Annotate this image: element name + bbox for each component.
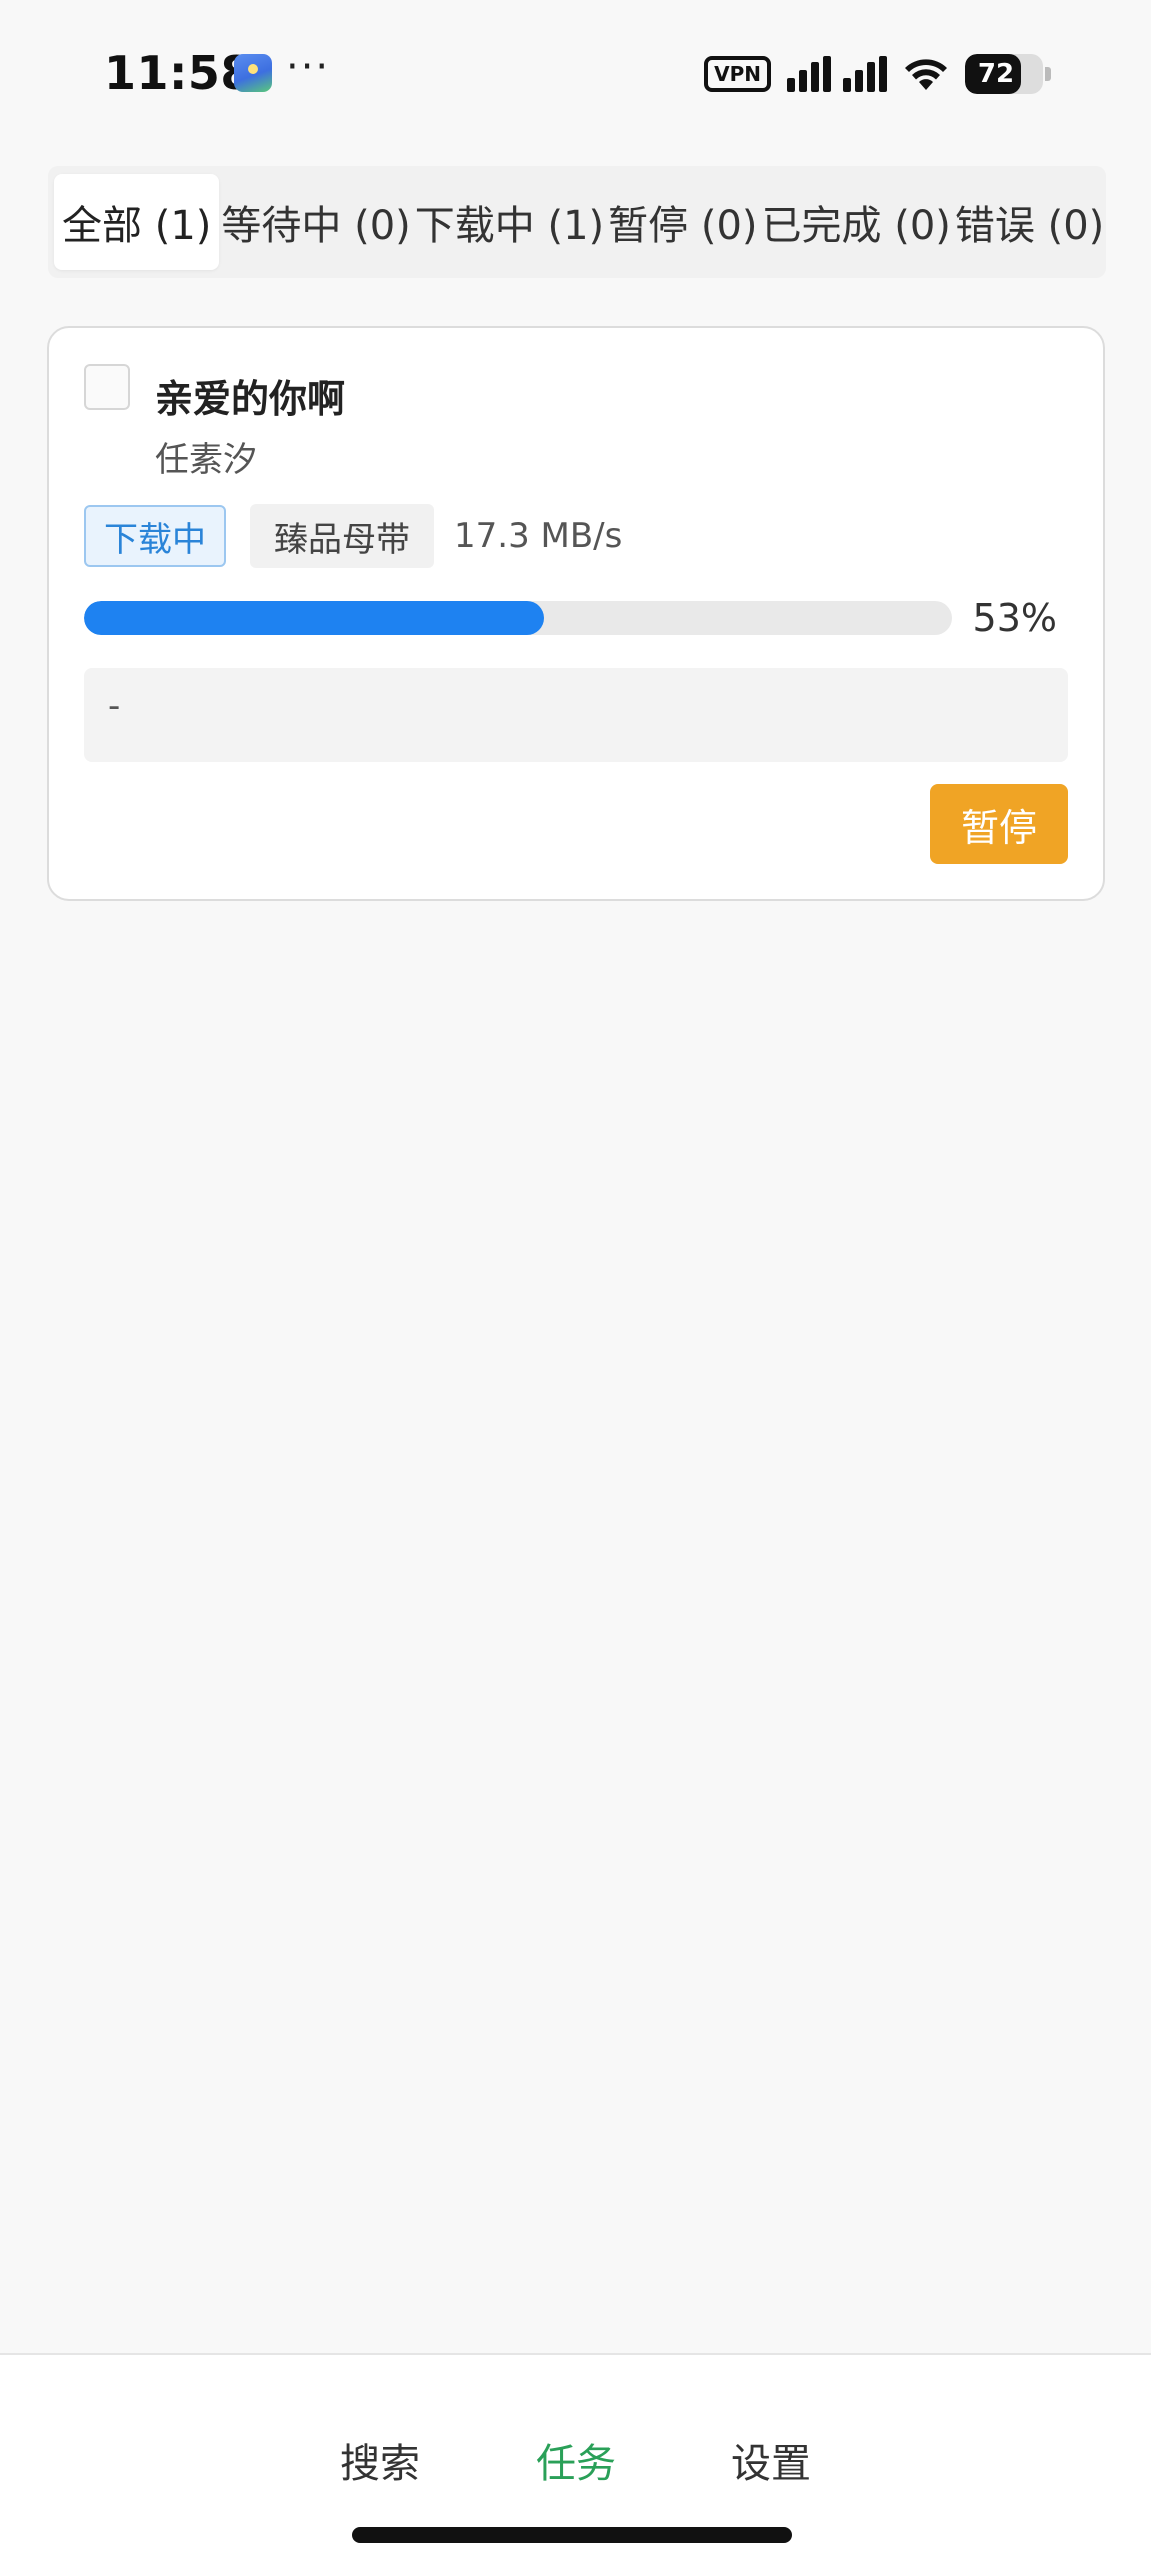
task-message: - [84, 668, 1068, 762]
tab-downloading[interactable]: 下载中 (1) [413, 174, 606, 270]
gallery-app-icon [234, 54, 272, 92]
status-indicators: VPN 72 [704, 52, 1051, 96]
tab-all[interactable]: 全部 (1) [54, 174, 220, 270]
tab-waiting[interactable]: 等待中 (0) [219, 174, 412, 270]
nav-item-tasks[interactable]: 任务 [536, 2431, 616, 2489]
download-speed: 17.3 MB/s [454, 516, 623, 556]
task-filter-tabs: 全部 (1) 等待中 (0) 下载中 (1) 暂停 (0) 已完成 (0) 错误… [48, 166, 1106, 278]
home-indicator [352, 2527, 792, 2543]
progress-bar [84, 601, 952, 635]
quality-badge: 臻品母带 [250, 504, 434, 568]
task-select-checkbox[interactable] [84, 364, 130, 410]
nav-item-settings[interactable]: 设置 [731, 2431, 811, 2489]
tab-paused[interactable]: 暂停 (0) [606, 174, 759, 270]
wifi-icon [903, 56, 949, 92]
battery-tip [1045, 67, 1051, 81]
cellular-signal-icon [787, 56, 887, 92]
download-task-card: 亲爱的你啊 任素汐 下载中 臻品母带 17.3 MB/s 53% - 暂停 [47, 326, 1105, 901]
status-time: 11:58 [104, 46, 253, 100]
status-bar: 11:58 ··· VPN 72 [0, 0, 1151, 150]
tab-error[interactable]: 错误 (0) [953, 174, 1106, 270]
app-root: 11:58 ··· VPN 72 全部 (1) 等待中 (0) 下载中 (1) … [0, 0, 1151, 2560]
task-artist: 任素汐 [155, 440, 257, 480]
status-badge: 下载中 [84, 505, 226, 567]
bottom-navigation: 搜索 任务 设置 [0, 2353, 1151, 2560]
battery-level: 72 [977, 59, 1015, 89]
progress-bar-fill [84, 601, 545, 635]
task-title: 亲爱的你啊 [155, 377, 346, 421]
nav-item-search[interactable]: 搜索 [340, 2431, 420, 2489]
vpn-icon: VPN [704, 56, 771, 92]
pause-button[interactable]: 暂停 [930, 784, 1068, 864]
task-tags: 下载中 臻品母带 17.3 MB/s [84, 504, 622, 568]
tab-completed[interactable]: 已完成 (0) [760, 174, 953, 270]
more-notifications-icon: ··· [286, 44, 331, 90]
battery-icon: 72 [965, 54, 1043, 94]
progress-percent: 53% [972, 596, 1057, 640]
